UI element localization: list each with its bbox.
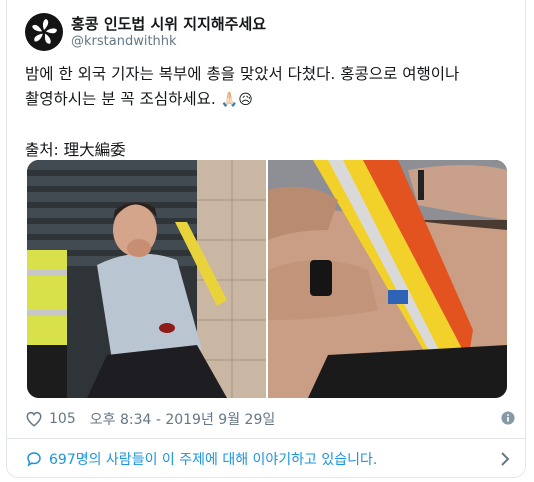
heart-icon[interactable] <box>25 410 43 428</box>
sad-emoji-icon: 😥 <box>238 92 253 108</box>
tweet-text: 밤에 한 외국 기자는 복부에 총을 맞았서 다쳤다. 홍콩으로 여행이나 촬영… <box>25 62 515 163</box>
tweet-header: 홍콩 인도법 시위 지지해주세요 @krstandwithhk <box>25 10 266 54</box>
photo-wound-closeup[interactable] <box>268 160 507 398</box>
pray-emoji-icon: 🙏🏻 <box>220 92 239 108</box>
tweet-line-2: 촬영하시는 분 꼭 조심하세요. 🙏🏻😥 <box>25 87 515 113</box>
conversation-label: 697명의 사람들이 이 주제에 대해 이야기하고 있습니다. <box>49 452 378 468</box>
info-icon[interactable] <box>501 411 515 425</box>
photo-left-illustration <box>27 160 266 398</box>
tweet-card: 홍콩 인도법 시위 지지해주세요 @krstandwithhk 밤에 한 외국 … <box>6 0 526 478</box>
tweet-meta: 105 오후 8:34 - 2019년 9월 29일 <box>25 408 515 430</box>
tweet-timestamp[interactable]: 오후 8:34 - 2019년 9월 29일 <box>90 409 276 429</box>
tweet-media <box>27 160 507 398</box>
tweet-line-2-text: 촬영하시는 분 꼭 조심하세요. <box>25 90 216 108</box>
avatar[interactable] <box>25 13 63 51</box>
user-handle[interactable]: @krstandwithhk <box>71 34 266 50</box>
display-name[interactable]: 홍콩 인도법 시위 지지해주세요 <box>71 14 266 34</box>
chevron-right-icon <box>501 452 510 466</box>
author-names: 홍콩 인도법 시위 지지해주세요 @krstandwithhk <box>71 14 266 50</box>
photo-right-illustration <box>268 160 507 398</box>
bauhinia-flag-icon <box>32 19 57 44</box>
tweet-line-1: 밤에 한 외국 기자는 복부에 총을 맞았서 다쳤다. 홍콩으로 여행이나 <box>25 65 460 83</box>
like-count[interactable]: 105 <box>49 411 76 427</box>
chat-bubble-icon <box>27 452 41 467</box>
conversation-link[interactable]: 697명의 사람들이 이 주제에 대해 이야기하고 있습니다. <box>25 448 515 470</box>
divider <box>7 438 525 439</box>
photo-injured-reporter[interactable] <box>27 160 266 398</box>
